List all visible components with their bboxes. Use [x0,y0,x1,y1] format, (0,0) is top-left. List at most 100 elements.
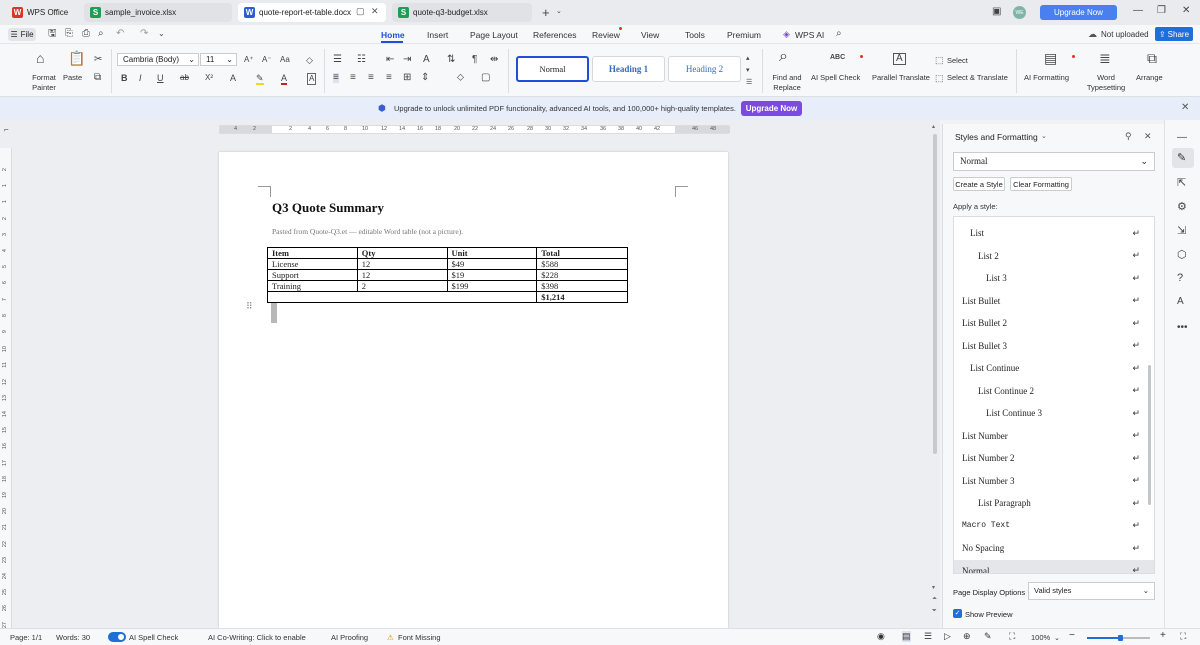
clear-formatting-button[interactable]: Clear Formatting [1010,177,1072,191]
table-cell[interactable]: Training [267,280,358,292]
style-list-item[interactable]: List Continue 3 ↵ [954,402,1154,424]
gallery-down-icon[interactable]: ▾ [746,66,750,76]
new-tab-icon[interactable]: + [542,5,550,20]
zoom-slider-thumb[interactable] [1118,635,1123,641]
table-move-handle-icon[interactable]: ⠿ [246,301,253,312]
tab-page-layout[interactable]: Page Layout [470,30,518,40]
style-list-item[interactable]: List ↵ [954,222,1154,244]
zoom-level[interactable]: 100% [1031,633,1050,642]
print-preview-icon[interactable]: ⌕ [98,29,104,39]
style-list-scroll-thumb[interactable] [1148,365,1151,505]
numbering-icon[interactable]: ☷ [357,55,366,65]
paste-icon[interactable]: 📋 [68,51,85,65]
copy-icon[interactable]: ⧉ [94,73,101,83]
table-cell[interactable]: $49 [446,258,538,270]
style-list-item[interactable]: No Spacing ↵ [954,537,1154,559]
select-translate-icon[interactable]: ⬚ [935,73,944,83]
shrink-font-icon[interactable]: A⁻ [262,55,272,65]
paste-label[interactable]: Paste [63,73,82,82]
document-scrollbar[interactable]: ▴ ▾ ⏶ ⏷ [930,120,940,628]
distribute-icon[interactable]: ⊞ [403,73,411,83]
word-typesetting-label[interactable]: Word Typesetting [1084,73,1128,93]
find-replace-label[interactable]: Find and Replace [771,73,803,93]
table-header-cell[interactable]: Qty [356,247,448,259]
chinese-layout-icon[interactable]: A [423,55,430,65]
fit-page-icon[interactable]: ⛶ [1009,631,1015,642]
gallery-expand-icon[interactable]: ☰ [746,78,752,88]
style-list-item[interactable]: List Continue 2 ↵ [954,380,1154,402]
table-header-cell[interactable]: Total [536,247,628,259]
arrange-icon[interactable]: ⧉ [1147,51,1157,65]
tab-review[interactable]: Review [592,30,620,40]
close-panel-icon[interactable]: ✕ [1144,131,1152,142]
bold-icon[interactable]: B [121,73,128,83]
tab-stops-icon[interactable]: ⇹ [490,55,498,65]
increase-indent-icon[interactable]: ⇥ [403,55,411,65]
tab-references[interactable]: References [533,30,576,40]
web-view-icon[interactable]: ⊕ [963,631,971,642]
clear-format-icon[interactable]: ◇ [306,55,313,65]
eye-protect-icon[interactable]: ◉ [877,631,885,642]
scroll-thumb[interactable] [933,134,937,454]
justify-icon[interactable]: ≡ [386,73,392,83]
panel-title-chevron-icon[interactable]: ⌄ [1041,132,1047,140]
sort-icon[interactable]: ⇅ [447,55,455,65]
borders-icon[interactable]: ▢ [481,73,490,83]
ai-proofing-status[interactable]: AI Proofing [331,633,368,642]
style-list-item[interactable]: List Paragraph ↵ [954,492,1154,514]
style-list-item[interactable]: List 3 ↵ [954,267,1154,289]
display-options-select[interactable]: Valid styles ⌄ [1028,582,1155,600]
zoom-in-icon[interactable]: + [1160,630,1166,641]
style-list-item[interactable]: Normal ↵ [954,559,1154,573]
grow-font-icon[interactable]: A⁺ [244,55,254,65]
style-list-item[interactable]: Macro Text ↵ [954,515,1154,537]
ai-cowriting-status[interactable]: AI Co-Writing: Click to enable [208,633,306,642]
italic-icon[interactable]: I [139,73,142,83]
change-case-icon[interactable]: Aa [280,55,290,65]
spell-check-icon[interactable]: ABC [830,53,845,63]
horizontal-ruler[interactable]: 4 2 2 4 6 8 10 12 14 16 18 20 22 24 26 28 30 32 34 36 38 40 42… [219,125,730,134]
align-center-icon[interactable]: ≡ [350,73,356,83]
style-list-item[interactable]: List Bullet ↵ [954,290,1154,312]
search-icon[interactable]: ⌕ [836,28,842,39]
close-banner-icon[interactable]: ✕ [1181,102,1189,113]
show-marks-icon[interactable]: ¶ [472,55,477,65]
print-icon[interactable]: ⎙ [82,29,90,39]
translate-icon[interactable]: A [893,53,906,65]
style-list-item[interactable]: List Number 3 ↵ [954,470,1154,492]
ruler-corner-icon[interactable]: ⌐ [4,125,9,134]
tab-view[interactable]: View [641,30,659,40]
current-style-select[interactable]: Normal ⌄ [953,152,1155,171]
table-cell[interactable]: 12 [356,258,448,270]
ai-spell-check-toggle[interactable] [108,632,126,642]
banner-upgrade-button[interactable]: Upgrade Now [741,101,802,116]
style-list-item[interactable]: List Bullet 2 ↵ [954,312,1154,334]
tab-list-chevron-icon[interactable]: ⌄ [556,7,562,15]
align-left-icon[interactable]: ≡ [333,73,339,83]
bullets-icon[interactable]: ☰ [333,55,342,65]
play-icon[interactable]: ▷ [944,631,951,642]
ai-spell-check-status[interactable]: AI Spell Check [129,633,178,642]
styles-pen-icon[interactable]: ✎ [1177,151,1186,164]
zoom-slider[interactable] [1087,635,1150,641]
cut-icon[interactable]: ✂ [94,55,102,65]
tab-home[interactable]: Home [381,30,405,40]
ai-spell-check-label[interactable]: AI Spell Check [811,73,860,82]
table-cell[interactable]: $199 [446,280,538,292]
tab-wps-office[interactable]: W WPS Office [6,3,78,22]
translate-side-icon[interactable]: A [1177,296,1184,307]
format-painter-label[interactable]: Format Painter [30,73,58,93]
not-uploaded-status[interactable]: Not uploaded [1101,30,1149,39]
table-header-cell[interactable]: Unit [446,247,538,259]
table-header-cell[interactable]: Item [267,247,358,259]
text-effect-icon[interactable]: A [230,73,236,83]
more-icon[interactable]: ••• [1177,322,1188,333]
table-total-cell[interactable]: $1,214 [536,291,628,303]
format-painter-icon[interactable]: ⌂ [36,51,44,65]
shading-icon[interactable]: ⬦ [457,73,464,83]
font-color-icon[interactable]: A [281,73,288,85]
font-name-select[interactable]: Cambria (Body) ⌄ [117,53,199,66]
word-count[interactable]: Words: 30 [56,633,90,642]
select-icon[interactable]: ⬚ [935,55,944,65]
show-preview-checkbox[interactable]: ✓ [953,609,962,618]
